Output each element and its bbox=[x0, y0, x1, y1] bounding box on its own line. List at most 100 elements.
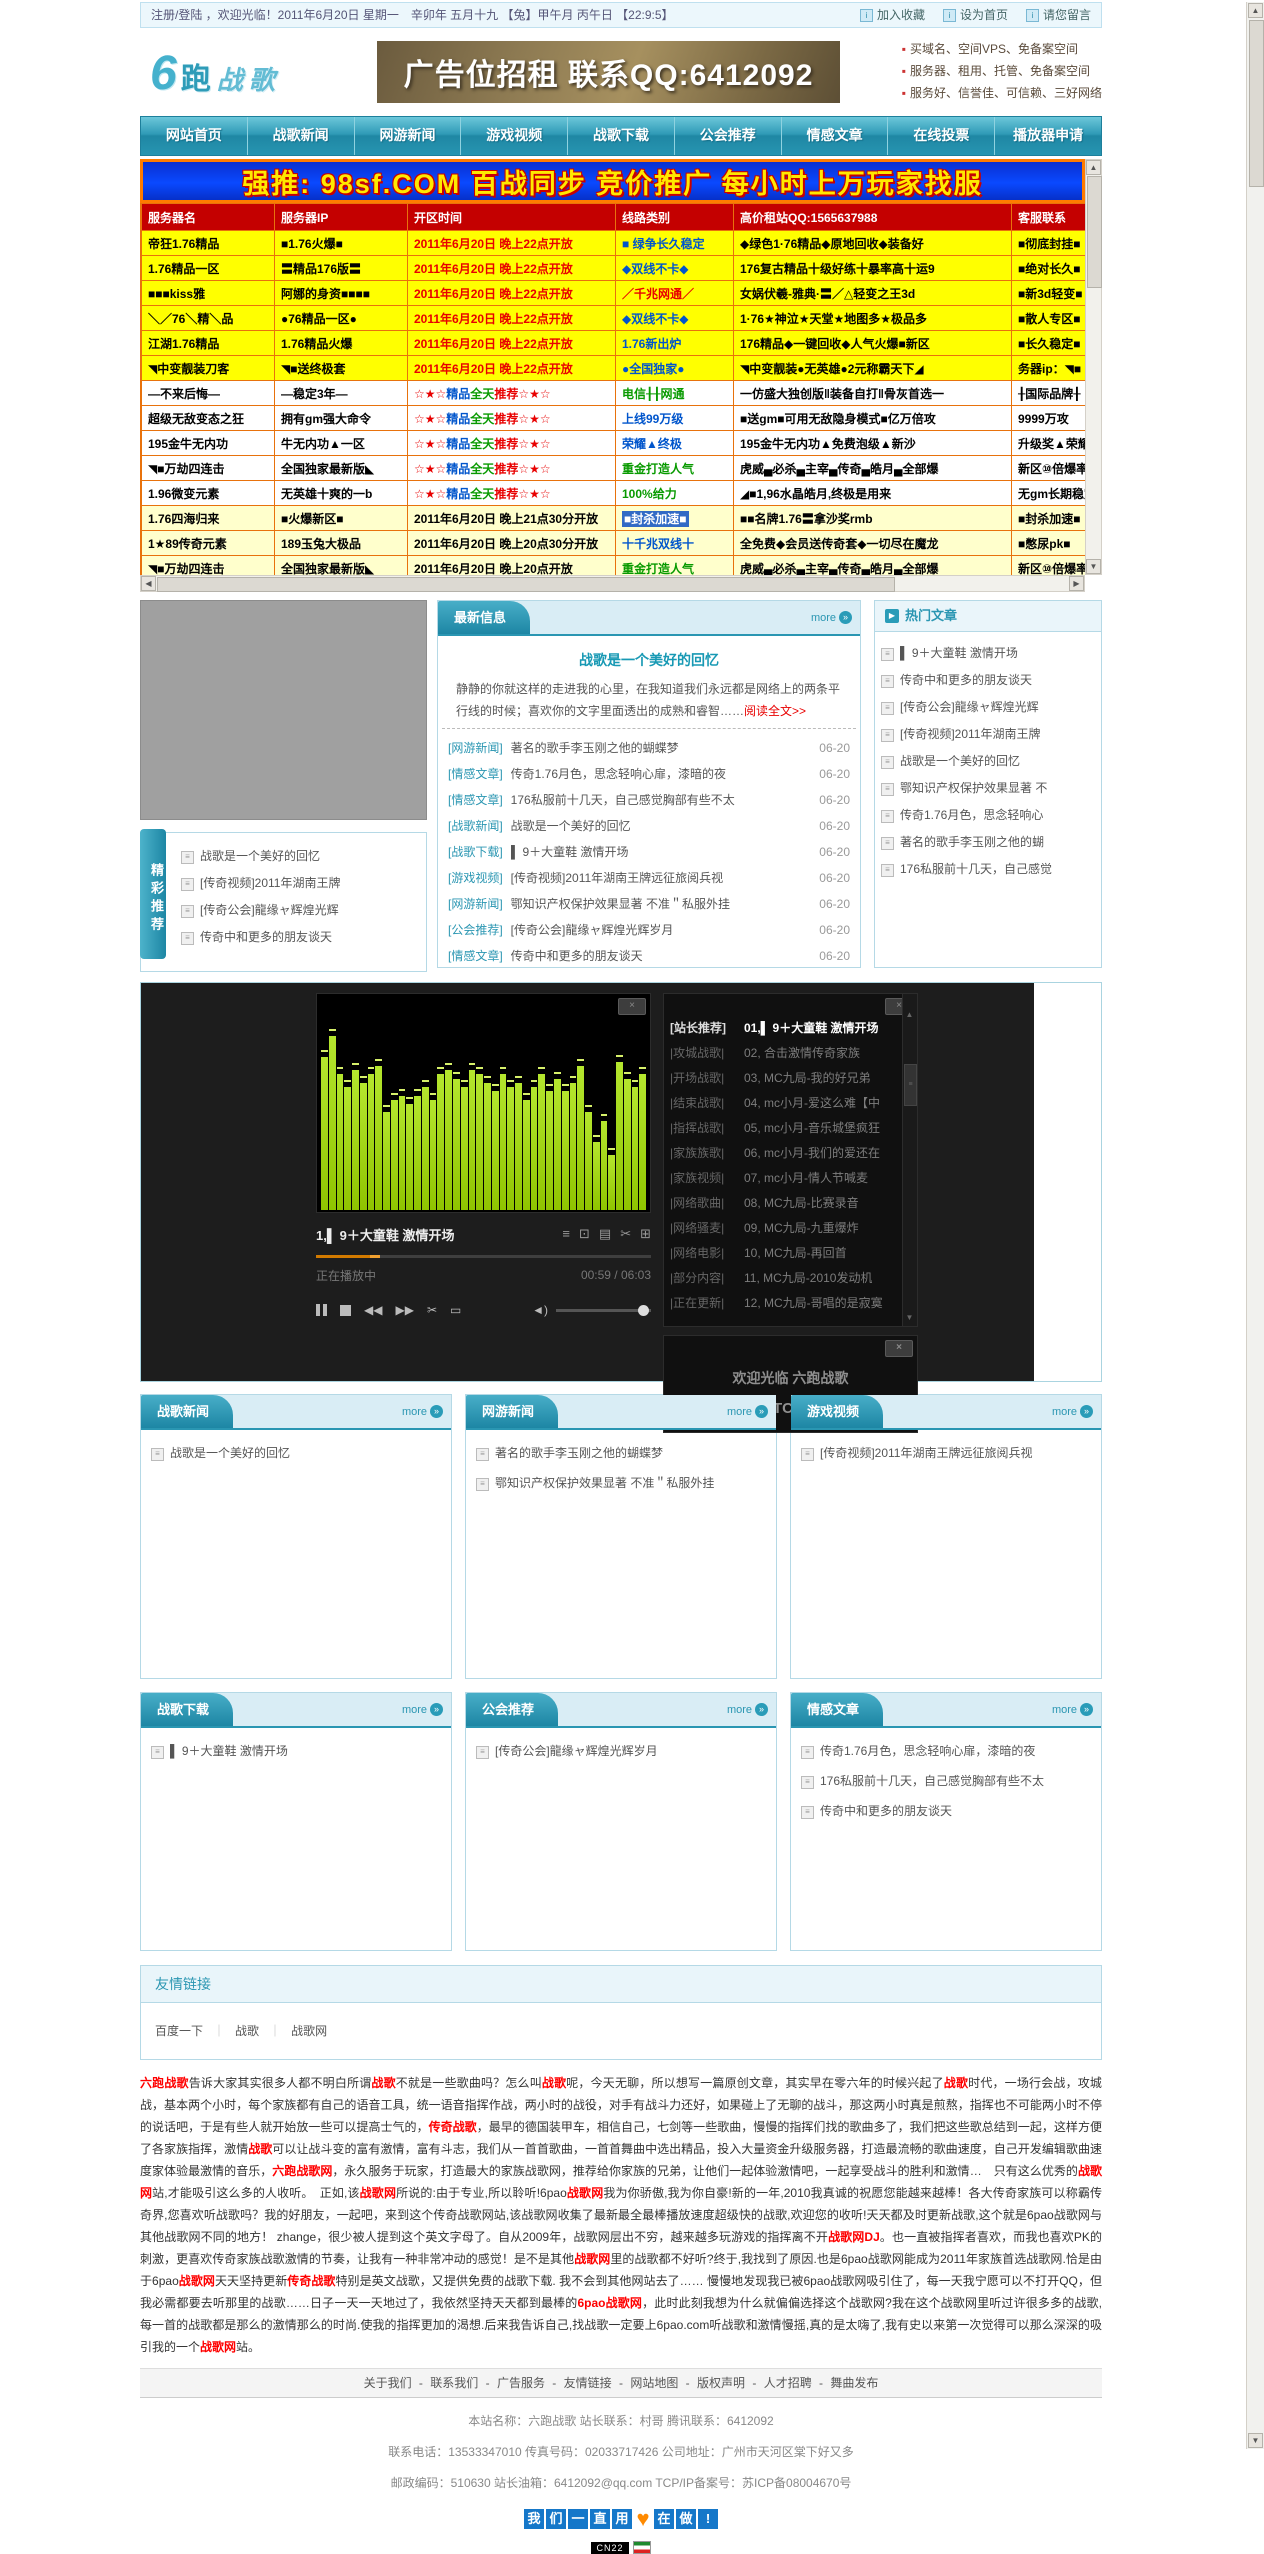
news-row[interactable]: [公会推荐][传奇公会]龍缘ャ辉煌光辉岁月06-20 bbox=[448, 917, 850, 943]
next-icon[interactable]: ▶▶ bbox=[395, 1303, 413, 1317]
footer-link[interactable]: 人才招聘 bbox=[764, 2376, 812, 2390]
server-row[interactable]: 1.76精品一区〓精品176版〓2011年6月20日 晚上22点开放◆双线不卡◆… bbox=[142, 256, 1086, 281]
list-item[interactable]: ≡176私服前十几天，自己感觉 bbox=[881, 856, 1095, 883]
box-more-link[interactable]: more» bbox=[402, 1405, 443, 1418]
scroll-down-icon[interactable]: ▼ bbox=[1248, 2433, 1263, 2448]
box-tab[interactable]: 公会推荐 bbox=[466, 1693, 558, 1726]
list-item[interactable]: ≡[传奇公会]龍缘ャ辉煌光辉岁月 bbox=[476, 1736, 766, 1766]
footer-link[interactable]: 友情链接 bbox=[564, 2376, 612, 2390]
topbar-link[interactable]: i加入收藏 bbox=[860, 3, 925, 27]
list-item[interactable]: ≡[传奇视频]2011年湖南王牌远征旅阅兵视 bbox=[801, 1438, 1091, 1468]
scroll-down-icon[interactable]: ▼ bbox=[903, 1311, 916, 1324]
footer-link[interactable]: 联系我们 bbox=[430, 2376, 478, 2390]
display-icon[interactable]: ⊡ bbox=[579, 1226, 590, 1242]
nav-item-情感文章[interactable]: 情感文章 bbox=[782, 117, 889, 155]
hscroll-thumb[interactable] bbox=[157, 577, 895, 592]
server-row[interactable]: ◥■万劫四连击全国独家最新版◣☆★☆精品全天推荐☆★☆重金打造人气虎威▄必杀▄主… bbox=[142, 456, 1086, 481]
playlist-scrollbar[interactable]: ▲ ≡ ▼ bbox=[902, 994, 917, 1326]
server-row[interactable]: 帝狂1.76精品■1.76火爆■2011年6月20日 晚上22点开放■ 绿争长久… bbox=[142, 231, 1086, 256]
scroll-up-icon[interactable]: ▲ bbox=[1248, 3, 1263, 18]
footer-link[interactable]: 广告服务 bbox=[497, 2376, 545, 2390]
news-row[interactable]: [情感文章]传奇中和更多的朋友谈天06-20 bbox=[448, 943, 850, 969]
list-item[interactable]: ≡[传奇视频]2011年湖南王牌 bbox=[881, 721, 1095, 748]
playlist-row[interactable]: |网络歌曲|08, MC九局-比赛录音 bbox=[670, 1191, 899, 1216]
box-tab[interactable]: 战歌下载 bbox=[141, 1693, 233, 1726]
news-row[interactable]: [网游新闻]鄂知识产权保护效果显著 不准＂私服外挂06-20 bbox=[448, 891, 850, 917]
frame-hscrollbar[interactable]: ◀ ▶ bbox=[140, 575, 1085, 592]
playlist-scroll-thumb[interactable]: ≡ bbox=[904, 1064, 917, 1106]
friend-link[interactable]: 战歌 bbox=[235, 2024, 259, 2038]
news-row[interactable]: [情感文章]176私服前十几天，自己感觉胸部有些不太06-20 bbox=[448, 787, 850, 813]
nav-item-公会推荐[interactable]: 公会推荐 bbox=[675, 117, 782, 155]
volume-icon[interactable]: ◄) bbox=[532, 1303, 548, 1317]
latest-more-link[interactable]: more » bbox=[811, 611, 852, 624]
list-item[interactable]: ≡▌ 9＋大童鞋 激情开场 bbox=[881, 640, 1095, 667]
footer-link[interactable]: 版权声明 bbox=[697, 2376, 745, 2390]
fullscreen-icon[interactable]: ⊞ bbox=[640, 1226, 651, 1242]
read-all-link[interactable]: 阅读全文>> bbox=[744, 704, 806, 718]
server-row[interactable]: 1★89传奇元素189玉兔大极品2011年6月20日 晚上20点30分开放十千兆… bbox=[142, 531, 1086, 556]
playlist-row[interactable]: |家族族歌|06, mc小月-我们的爱还在 bbox=[670, 1141, 899, 1166]
box-tab[interactable]: 战歌新闻 bbox=[141, 1395, 233, 1428]
scroll-up-icon[interactable]: ▲ bbox=[903, 1008, 916, 1021]
server-row[interactable]: 1.76四海归来■火爆新区■2011年6月20日 晚上21点30分开放■封杀加速… bbox=[142, 506, 1086, 531]
nav-item-网站首页[interactable]: 网站首页 bbox=[141, 117, 248, 155]
playlist-row[interactable]: |正在更新|12, MC九局-哥唱的是寂寞 bbox=[670, 1291, 899, 1316]
playlist-row[interactable]: |开场战歌|03, MC九局-我的好兄弟 bbox=[670, 1066, 899, 1091]
nav-item-战歌新闻[interactable]: 战歌新闻 bbox=[248, 117, 355, 155]
list-item[interactable]: ≡传奇中和更多的朋友谈天 bbox=[181, 924, 418, 951]
prev-icon[interactable]: ◀◀ bbox=[364, 1303, 382, 1317]
volume-knob[interactable] bbox=[638, 1305, 649, 1316]
news-row[interactable]: [战歌新闻]战歌是一个美好的回忆06-20 bbox=[448, 813, 850, 839]
footer-link[interactable]: 舞曲发布 bbox=[830, 2376, 878, 2390]
box-tab[interactable]: 情感文章 bbox=[791, 1693, 883, 1726]
friend-link[interactable]: 战歌网 bbox=[291, 2024, 327, 2038]
lyrics-icon[interactable]: ▤ bbox=[599, 1226, 611, 1242]
nav-item-网游新闻[interactable]: 网游新闻 bbox=[355, 117, 462, 155]
stop-icon[interactable] bbox=[340, 1305, 351, 1316]
news-row[interactable]: [战歌下载]▌ 9＋大童鞋 激情开场06-20 bbox=[448, 839, 850, 865]
playlist-row[interactable]: |网络电影|10, MC九局-再回首 bbox=[670, 1241, 899, 1266]
loop-icon[interactable]: ▭ bbox=[450, 1303, 461, 1317]
box-more-link[interactable]: more» bbox=[727, 1703, 768, 1716]
volume-slider[interactable] bbox=[556, 1309, 651, 1312]
playlist-row[interactable]: |结束战歌|04, mc小月-爱这么难【中 bbox=[670, 1091, 899, 1116]
server-row[interactable]: 1.96微变元素无英雄十爽的一b☆★☆精品全天推荐☆★☆100%给力◢■1,96… bbox=[142, 481, 1086, 506]
list-item[interactable]: ≡传奇1.76月色，思念轻响心扉，漆暗的夜 bbox=[801, 1736, 1091, 1766]
promo-banner[interactable]: 强推: 98sf.COM 百战同步 竞价推广 每小时上万玩家找服 bbox=[140, 159, 1085, 203]
box-more-link[interactable]: more» bbox=[727, 1405, 768, 1418]
page-scroll-thumb[interactable] bbox=[1249, 20, 1264, 187]
site-logo[interactable]: 6跑战歌 bbox=[150, 46, 275, 101]
playlist-row[interactable]: |指挥战歌|05, mc小月-音乐城堡疯狂 bbox=[670, 1116, 899, 1141]
list-item[interactable]: ≡[传奇公会]龍缘ャ辉煌光辉 bbox=[881, 694, 1095, 721]
cut-icon[interactable]: ✂ bbox=[427, 1303, 437, 1317]
list-item[interactable]: ≡战歌是一个美好的回忆 bbox=[151, 1438, 441, 1468]
box-tab[interactable]: 游戏视频 bbox=[791, 1395, 883, 1428]
playlist-row[interactable]: [站长推荐]01,▌ 9＋大童鞋 激情开场 bbox=[670, 1016, 899, 1041]
list-item[interactable]: ≡鄂知识产权保护效果显著 不 bbox=[881, 775, 1095, 802]
scroll-down-icon[interactable]: ▼ bbox=[1086, 559, 1101, 574]
playlist-icon[interactable]: ≡ bbox=[562, 1226, 570, 1242]
list-item[interactable]: ≡战歌是一个美好的回忆 bbox=[181, 843, 418, 870]
page-scrollbar[interactable]: ▲ ▼ bbox=[1246, 2, 1264, 2449]
playlist-row[interactable]: |家族视频|07, mc小月-情人节喊麦 bbox=[670, 1166, 899, 1191]
featured-title[interactable]: 战歌是一个美好的回忆 bbox=[456, 650, 842, 670]
list-item[interactable]: ≡传奇中和更多的朋友谈天 bbox=[801, 1796, 1091, 1826]
topbar-welcome[interactable]: 注册/登陆 ，欢迎光临！2011年6月20日 星期一 辛卯年 五月十九 【兔】甲… bbox=[151, 3, 674, 27]
playlist-row[interactable]: |攻城战歌|02, 合击激情传奇家族 bbox=[670, 1041, 899, 1066]
list-item[interactable]: ≡▌ 9＋大童鞋 激情开场 bbox=[151, 1736, 441, 1766]
server-row[interactable]: ◥■万劫四连击全国独家最新版◣2011年6月20日 晚上20点开放重金打造人气虎… bbox=[142, 556, 1086, 576]
tools-icon[interactable]: ✂ bbox=[620, 1226, 631, 1242]
progress-bar[interactable] bbox=[316, 1255, 651, 1258]
flag-counter-icon[interactable] bbox=[633, 2541, 651, 2554]
list-item[interactable]: ≡传奇中和更多的朋友谈天 bbox=[881, 667, 1095, 694]
list-item[interactable]: ≡著名的歌手李玉刚之他的蝴 bbox=[881, 829, 1095, 856]
list-item[interactable]: ≡[传奇视频]2011年湖南王牌 bbox=[181, 870, 418, 897]
server-row[interactable]: 江湖1.76精品1.76精品火爆2011年6月20日 晚上22点开放1.76新出… bbox=[142, 331, 1086, 356]
footer-link[interactable]: 关于我们 bbox=[364, 2376, 412, 2390]
list-item[interactable]: ≡鄂知识产权保护效果显著 不准＂私服外挂 bbox=[476, 1468, 766, 1498]
list-item[interactable]: ≡[传奇公会]龍缘ャ辉煌光辉 bbox=[181, 897, 418, 924]
pause-icon[interactable] bbox=[316, 1304, 327, 1316]
server-row[interactable]: 195金牛无内功牛无内功▲一区☆★☆精品全天推荐☆★☆荣耀▲终极195金牛无内功… bbox=[142, 431, 1086, 456]
box-more-link[interactable]: more» bbox=[1052, 1703, 1093, 1716]
